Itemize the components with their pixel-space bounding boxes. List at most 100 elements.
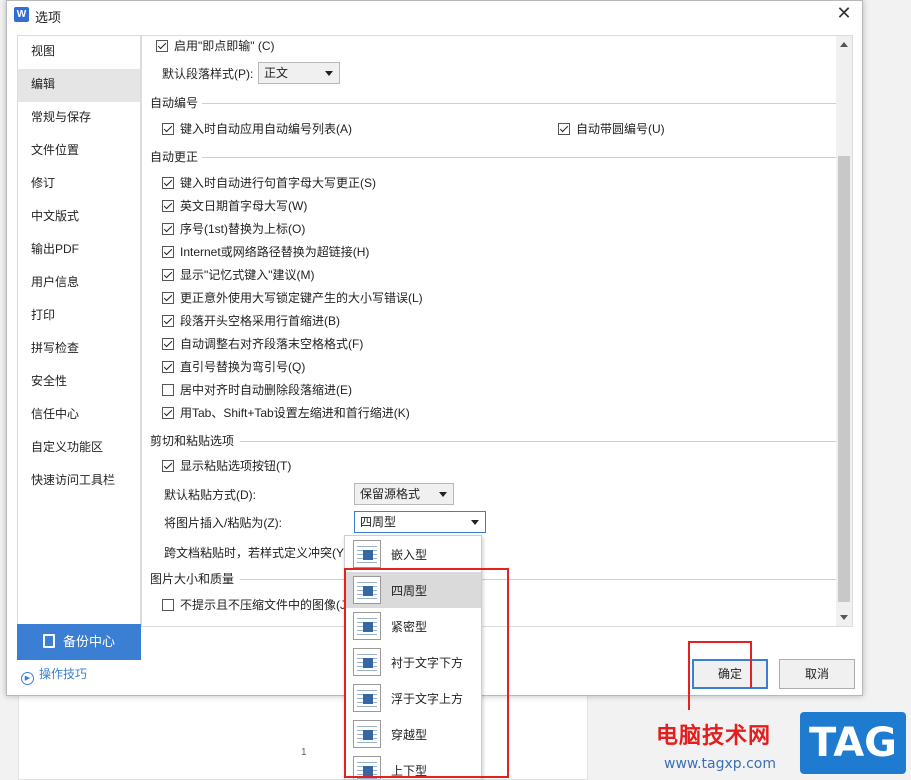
checkbox-label: 显示粘贴选项按钮(T) [180,459,292,473]
dialog-title: 选项 [35,10,62,25]
page-number: 1 [301,747,307,758]
wps-writer-icon: W [14,7,29,22]
autocorrect-option[interactable]: 段落开头空格采用行首缩进(B) [162,313,340,329]
checkbox[interactable] [162,269,174,281]
checkbox-label: 不提示且不压缩文件中的图像(J) [180,598,350,612]
sidebar-item[interactable]: 自定义功能区 [18,432,140,465]
image-insert-select[interactable]: 四周型 [354,511,486,533]
annotation-box-ok [688,641,752,688]
watermark-tag-logo: TAG [800,712,906,774]
sidebar-item[interactable]: 文件位置 [18,135,140,168]
sidebar-item[interactable]: 安全性 [18,366,140,399]
sidebar-item[interactable]: 修订 [18,168,140,201]
title-bar: W 选项 ✕ [7,1,862,29]
checkbox[interactable] [162,407,174,419]
wrap-style-icon [353,540,381,568]
chevron-down-icon [471,520,479,525]
divider [202,103,836,104]
backup-center-label: 备份中心 [63,634,116,649]
sidebar-item[interactable]: 快速访问工具栏 [18,465,140,498]
wrap-option-label: 嵌入型 [391,548,428,562]
divider [240,579,836,580]
sidebar-item[interactable]: 视图 [18,36,140,69]
checkbox[interactable] [162,384,174,396]
autocorrect-option[interactable]: 英文日期首字母大写(W) [162,198,307,214]
checkbox[interactable] [162,338,174,350]
watermark-url: www.tagxp.com [664,756,776,772]
autocorrect-option[interactable]: 键入时自动进行句首字母大写更正(S) [162,175,376,191]
wrap-option[interactable]: 嵌入型 [345,536,481,572]
autocorrect-option[interactable]: 自动调整右对齐段落末空格格式(F) [162,336,363,352]
checkbox[interactable] [162,200,174,212]
checkbox[interactable] [162,177,174,189]
checkbox[interactable] [162,246,174,258]
checkbox-label: 键入时自动进行句首字母大写更正(S) [180,176,376,190]
default-paste-value: 保留源格式 [360,487,421,501]
scroll-up-icon[interactable] [840,42,848,47]
cross-doc-label: 跨文档粘贴时，若样式定义冲突(Y): [164,546,352,560]
show-paste-button-checkbox[interactable]: 显示粘贴选项按钮(T) [162,458,291,474]
autocorrect-option[interactable]: 序号(1st)替换为上标(O) [162,221,305,237]
sidebar-item[interactable]: 用户信息 [18,267,140,300]
checkbox-label: 更正意外使用大写锁定键产生的大小写错误(L) [180,291,423,305]
section-title-image-quality: 图片大小和质量 [150,572,235,586]
annotation-line [688,688,690,710]
edit-options-panel: 启用"即点即输" (C) 默认段落样式(P): 正文 自动编号 键入时自动应用自… [141,35,853,627]
scroll-down-icon[interactable] [840,615,848,620]
default-paste-label: 默认粘贴方式(D): [164,488,256,502]
autocorrect-option[interactable]: 居中对齐时自动删除段落缩进(E) [162,382,352,398]
no-compress-checkbox[interactable]: 不提示且不压缩文件中的图像(J) [162,597,350,613]
tips-link[interactable]: ▶ 操作技巧 [21,666,87,685]
checkbox-label: 启用"即点即输" (C) [174,39,275,53]
auto-number-list-checkbox[interactable]: 键入时自动应用自动编号列表(A) [162,121,352,137]
default-paste-select[interactable]: 保留源格式 [354,483,454,505]
click-and-type-checkbox[interactable]: 启用"即点即输" (C) [156,38,275,54]
backup-center-button[interactable]: 备份中心 [17,624,141,660]
checkbox-label: Internet或网络路径替换为超链接(H) [180,245,370,259]
sidebar-item[interactable]: 编辑 [18,69,140,102]
checkbox[interactable] [162,123,174,135]
annotation-box-options [344,568,509,778]
checkbox[interactable] [162,223,174,235]
sidebar-item[interactable]: 拼写检查 [18,333,140,366]
checkbox-label: 居中对齐时自动删除段落缩进(E) [180,383,352,397]
scroll-thumb[interactable] [838,156,850,602]
checkbox-label: 段落开头空格采用行首缩进(B) [180,314,340,328]
checkbox[interactable] [558,123,570,135]
circled-number-checkbox[interactable]: 自动带圆编号(U) [558,121,665,137]
checkbox-label: 自动带圆编号(U) [576,122,665,136]
para-style-label: 默认段落样式(P): [162,67,254,81]
checkbox[interactable] [162,292,174,304]
sidebar-item[interactable]: 中文版式 [18,201,140,234]
checkbox[interactable] [156,40,168,52]
chevron-down-icon [439,492,447,497]
backup-icon [43,634,55,648]
sidebar-item[interactable]: 信任中心 [18,399,140,432]
divider [240,441,836,442]
cancel-button[interactable]: 取消 [779,659,855,689]
sidebar-item[interactable]: 常规与保存 [18,102,140,135]
checkbox[interactable] [162,361,174,373]
vertical-scrollbar[interactable] [836,36,852,626]
autocorrect-option[interactable]: 用Tab、Shift+Tab设置左缩进和首行缩进(K) [162,405,410,421]
autocorrect-option[interactable]: Internet或网络路径替换为超链接(H) [162,244,369,260]
tips-label: 操作技巧 [39,667,88,681]
autocorrect-option[interactable]: 更正意外使用大写锁定键产生的大小写错误(L) [162,290,423,306]
checkbox[interactable] [162,460,174,472]
close-icon[interactable]: ✕ [834,4,854,24]
sidebar-item[interactable]: 打印 [18,300,140,333]
checkbox-label: 键入时自动应用自动编号列表(A) [180,122,352,136]
image-insert-value: 四周型 [360,515,397,529]
checkbox-label: 序号(1st)替换为上标(O) [180,222,306,236]
watermark-text: 电脑技术网 [656,724,772,749]
autocorrect-option[interactable]: 显示"记忆式键入"建议(M) [162,267,315,283]
divider [202,157,836,158]
checkbox[interactable] [162,315,174,327]
autocorrect-option[interactable]: 直引号替换为弯引号(Q) [162,359,305,375]
checkbox-label: 显示"记忆式键入"建议(M) [180,268,315,282]
play-icon: ▶ [21,672,34,685]
sidebar-item[interactable]: 输出PDF [18,234,140,267]
para-style-select[interactable]: 正文 [258,62,340,84]
checkbox[interactable] [162,599,174,611]
section-title-autocorrect: 自动更正 [150,150,199,164]
